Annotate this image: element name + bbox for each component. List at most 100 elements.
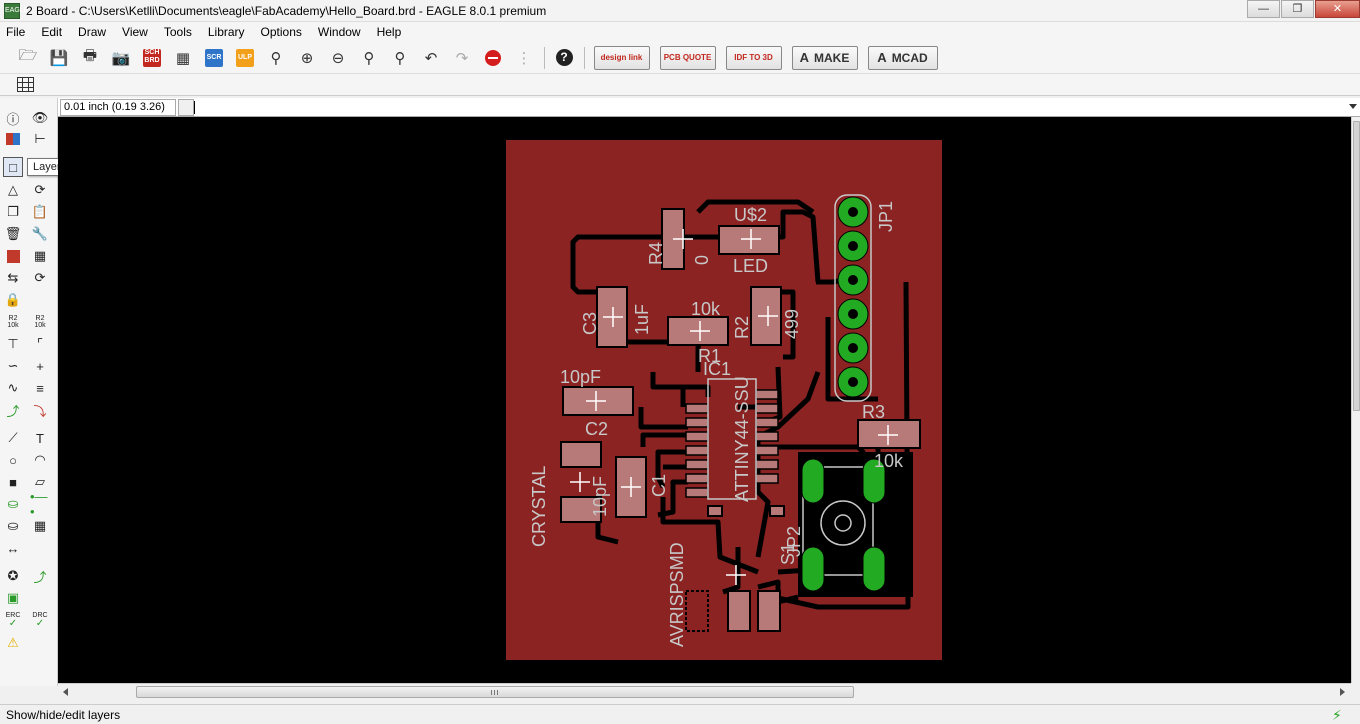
miter-icon[interactable]: ⌜ [30,334,50,354]
scroll-left-icon[interactable] [63,688,68,696]
cam-processor-icon[interactable]: 📷 [109,46,133,70]
label-r3: R3 [862,402,885,422]
info-icon[interactable]: ⓘ [3,108,23,128]
ulp-button[interactable]: ULP [233,46,257,70]
script-button[interactable]: SCR [202,46,226,70]
lightning-icon[interactable]: ⚡ [1332,707,1346,723]
chevron-down-icon[interactable] [1349,104,1357,109]
left-toolbar: ⓘ 👁 ⊢ □ △ ⟳ ❐ 📋 🗑 🔧 ▦ ⇆ ⟳ 🔒 R2 10k R2 10k … [0,98,58,686]
add-part-icon[interactable] [3,246,23,266]
grid-icon[interactable] [17,77,34,92]
vertical-scrollbar[interactable] [1351,117,1360,683]
menu-library[interactable]: Library [200,22,253,42]
menu-options[interactable]: Options [253,22,310,42]
design-link-button[interactable]: design link [593,45,650,70]
value-tool-button[interactable]: R2 10k [30,312,50,332]
label-c1-value: 10pF [590,476,610,517]
name-tool-button[interactable]: R2 10k [3,312,23,332]
mark-icon[interactable]: ⊢ [30,129,50,149]
undo-icon[interactable]: ↶ [419,46,443,70]
save-icon[interactable]: 💾 [47,46,71,70]
menu-view[interactable]: View [114,22,156,42]
layer-columns-icon[interactable]: ▦ [171,46,195,70]
rotate-icon[interactable]: ⟳ [30,180,50,200]
replace-icon[interactable]: ⇆ [3,268,23,288]
menu-help[interactable]: Help [369,22,410,42]
layer-settings-button[interactable]: □ [3,157,23,177]
menu-window[interactable]: Window [310,22,369,42]
mcad-label: MCAD [891,50,928,65]
split-icon[interactable]: ⊤ [3,334,23,354]
mirror-icon[interactable]: △ [3,180,23,200]
make-button[interactable]: A MAKE [791,45,858,70]
idf-to-3d-button[interactable]: IDF TO 3D [725,45,782,70]
idf-label: IDF TO 3D [734,52,773,62]
route-icon[interactable]: ⤴ [3,400,23,420]
pinswap-icon[interactable]: ▦ [30,246,50,266]
ic-pad [755,445,779,456]
horizontal-scroll-thumb[interactable] [136,686,854,698]
command-history-button[interactable] [178,99,194,116]
eye-icon[interactable]: 👁 [30,108,50,128]
autodesk-logo-icon: A [877,50,887,65]
restore-button[interactable]: ❐ [1281,0,1314,18]
autorouter-icon[interactable]: ⤴ [30,566,50,586]
zoom-out-icon[interactable]: ⊖ [326,46,350,70]
smash-icon[interactable]: + [30,356,50,376]
signal-icon[interactable]: •—• [30,489,50,519]
warning-icon[interactable]: ⚠ [3,633,23,653]
horizontal-scrollbar[interactable] [58,683,1351,699]
vertical-scroll-thumb[interactable] [1353,121,1360,411]
drill-hole [848,275,858,285]
change-icon[interactable]: ⟳ [30,268,50,288]
ripup-icon[interactable]: ≡ [30,378,50,398]
dimension-icon[interactable]: ↔ [3,538,23,558]
copy-icon[interactable]: ❐ [3,202,23,222]
board-frame-icon[interactable]: ▣ [3,588,23,608]
erc-button[interactable]: ERC ✓ [3,610,23,630]
print-icon[interactable]: 🖶 [78,46,102,70]
pad [757,590,781,632]
via-icon[interactable]: ⛀ [3,494,23,514]
circle-icon[interactable]: ○ [3,450,23,470]
zoom-select-icon[interactable]: ⚲ [357,46,381,70]
menu-tools[interactable]: Tools [156,22,200,42]
redo-icon[interactable]: ↷ [450,46,474,70]
menu-file[interactable]: File [0,22,33,42]
unroute-icon[interactable]: ⤵ [30,400,50,420]
zoom-fit-icon[interactable]: ⚲ [264,46,288,70]
drill-hole [848,309,858,319]
wrench-icon[interactable]: 🔧 [30,224,50,244]
delete-icon[interactable]: 🗑 [3,224,23,244]
label-c1: C1 [649,474,669,497]
zoom-last-icon[interactable]: ⚲ [388,46,412,70]
drc-button[interactable]: DRC ✓ [30,610,50,630]
attribute-icon[interactable]: ▦ [30,516,50,536]
pcb-quote-button[interactable]: PCB QUOTE [659,45,716,70]
text-icon[interactable]: T [30,428,50,448]
line-icon[interactable]: ⟋ [3,428,23,448]
hole-icon[interactable]: ⛀ [3,516,23,536]
zoom-in-icon[interactable]: ⊕ [295,46,319,70]
open-icon[interactable]: 🗁 [16,46,40,70]
sch-brd-switch-button[interactable]: SCH BRD [140,46,164,70]
stop-button[interactable] [481,46,505,70]
board-canvas[interactable]: R4 0 U$2 LED JP1 C3 1uF 10k R1 R2 499 IC… [58,117,1351,683]
ratsnest-icon[interactable]: ✪ [3,566,23,586]
help-button[interactable]: ? [552,46,576,70]
close-button[interactable]: ✕ [1315,0,1360,18]
optimize-icon[interactable]: ∽ [3,356,23,376]
paste-icon[interactable]: 📋 [30,202,50,222]
rectangle-icon[interactable]: ■ [3,472,23,492]
go-icon[interactable]: ⋮ [512,46,536,70]
layer-color-icon[interactable] [3,129,23,149]
arc-icon[interactable]: ◠ [30,450,50,470]
command-input[interactable] [194,99,1344,116]
mcad-button[interactable]: A MCAD [867,45,938,70]
lock-icon[interactable]: 🔒 [3,290,23,310]
menu-edit[interactable]: Edit [33,22,70,42]
meander-icon[interactable]: ∿ [3,378,23,398]
scroll-right-icon[interactable] [1340,688,1345,696]
menu-draw[interactable]: Draw [70,22,114,42]
minimize-button[interactable]: — [1247,0,1280,18]
